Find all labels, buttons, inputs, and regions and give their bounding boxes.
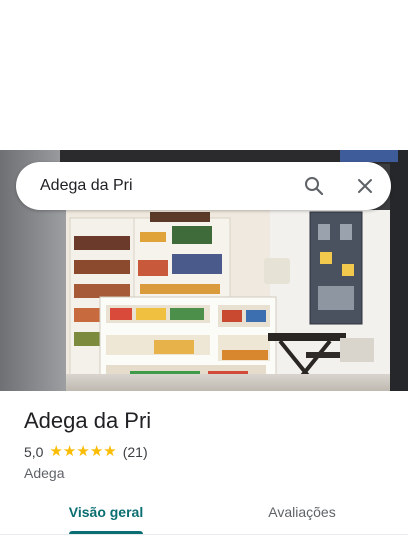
star-icon: ★: [49, 443, 63, 460]
tab-reviews[interactable]: Avaliações: [220, 503, 384, 541]
search-bar[interactable]: Adega da Pri: [16, 162, 391, 210]
rating-row[interactable]: 5,0 ★ ★ ★ ★ ★ (21): [24, 442, 148, 462]
rating-stars: ★ ★ ★ ★ ★: [49, 442, 116, 462]
star-icon: ★: [62, 443, 77, 460]
review-count[interactable]: (21): [123, 444, 148, 460]
rating-value: 5,0: [24, 444, 44, 460]
map-blank-area: [0, 0, 408, 150]
place-name: Adega da Pri: [24, 408, 152, 433]
tab-overview[interactable]: Visão geral: [24, 503, 188, 541]
close-icon: [358, 179, 372, 193]
search-input[interactable]: Adega da Pri: [40, 162, 133, 210]
search-button[interactable]: [302, 174, 326, 198]
search-icon: [305, 177, 324, 196]
star-icon: ★: [89, 443, 104, 460]
star-icon: ★: [103, 443, 117, 460]
place-category[interactable]: Adega: [24, 463, 64, 483]
close-button[interactable]: [353, 174, 377, 198]
star-icon: ★: [76, 443, 90, 460]
tab-divider: [0, 534, 408, 535]
